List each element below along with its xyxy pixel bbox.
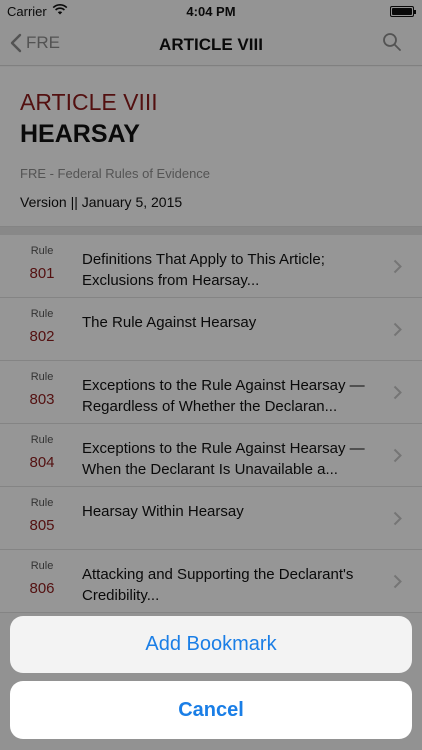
add-bookmark-button[interactable]: Add Bookmark [10, 616, 412, 673]
cancel-button[interactable]: Cancel [10, 681, 412, 739]
